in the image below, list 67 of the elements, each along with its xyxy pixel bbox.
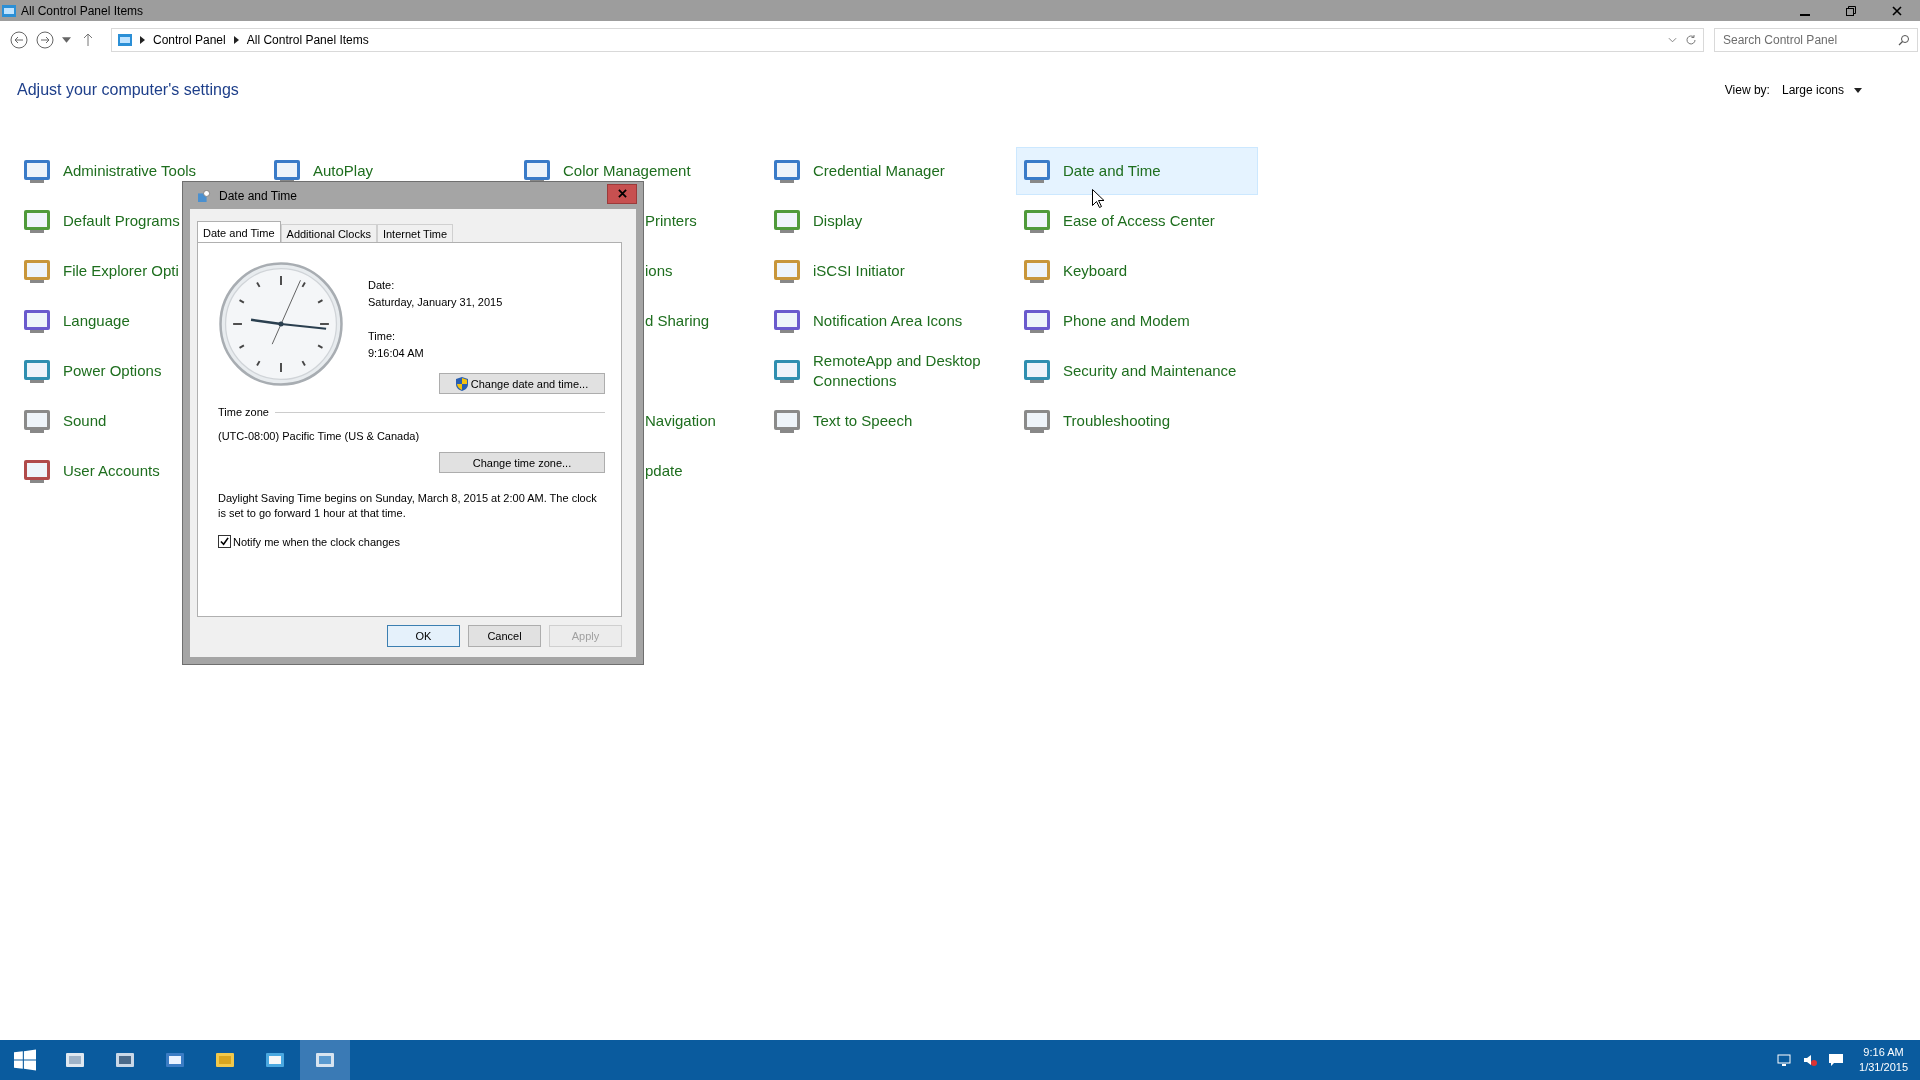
taskbar-clock[interactable]: 9:16 AM 1/31/2015 — [1849, 1045, 1920, 1075]
control-panel-item[interactable]: Date and Time — [1016, 147, 1258, 195]
control-panel-item[interactable]: Sound — [16, 409, 112, 433]
checkbox-label[interactable]: Notify me when the clock changes — [233, 535, 400, 548]
time-label: Time: — [368, 330, 397, 342]
refresh-icon[interactable] — [1685, 34, 1697, 46]
control-panel-item[interactable]: ions — [645, 261, 673, 281]
view-by-dropdown[interactable]: Large icons — [1781, 83, 1844, 97]
control-panel-item[interactable]: pdate — [645, 461, 683, 481]
breadcrumb[interactable]: Control Panel — [153, 33, 226, 47]
breadcrumb[interactable]: All Control Panel Items — [246, 33, 369, 47]
control-panel-item[interactable]: Text to Speech — [766, 409, 918, 433]
control-panel-item[interactable]: File Explorer Opti — [16, 259, 184, 283]
control-panel-item[interactable]: Display — [766, 209, 868, 233]
control-panel-item[interactable]: Printers — [645, 211, 697, 231]
control-panel-item[interactable]: d Sharing — [645, 311, 710, 331]
date-label: Date: — [368, 279, 396, 291]
back-icon[interactable] — [10, 31, 28, 49]
control-panel-item[interactable]: Power Options — [16, 359, 167, 383]
chevron-icon[interactable] — [233, 36, 239, 44]
close-icon — [1892, 5, 1902, 16]
search-field[interactable]: Search Control Panel — [1714, 28, 1918, 52]
control-panel-item[interactable]: Troubleshooting — [1016, 409, 1175, 433]
control-panel-item[interactable]: Administrative Tools — [16, 159, 202, 183]
control-panel-item[interactable]: Ease of Access Center — [1016, 209, 1220, 233]
cursor-icon — [1092, 189, 1104, 208]
tab[interactable]: Date and Time — [197, 221, 281, 243]
control-panel-item[interactable]: Notification Area Icons — [766, 309, 968, 333]
control-panel-item[interactable]: User Accounts — [16, 459, 165, 483]
chevron-icon[interactable] — [140, 36, 145, 44]
dialog-button[interactable]: Cancel — [468, 625, 541, 647]
control-panel-item[interactable]: Security and Maintenance — [1016, 359, 1242, 383]
control-panel-item[interactable]: Color Management — [516, 159, 696, 183]
control-panel-item[interactable]: Keyboard — [1016, 259, 1133, 283]
forward-icon[interactable] — [36, 31, 54, 49]
time-zone-heading: Time zone — [218, 406, 269, 418]
dst-note: Daylight Saving Time begins on Sunday, March 8, 2015 at 2:00 AM. The clock is set to go forward 1 hour at that time. — [218, 491, 598, 521]
control-panel-item[interactable]: Navigation — [645, 411, 716, 431]
view-by-label: View by: — [1724, 83, 1770, 97]
windows-logo-icon — [14, 1049, 36, 1071]
control-panel-item[interactable]: Credential Manager — [766, 159, 950, 183]
shield-icon — [455, 376, 468, 391]
network-icon[interactable] — [1776, 1052, 1793, 1068]
control-panel-item[interactable]: AutoPlay — [266, 159, 379, 183]
close-icon — [617, 189, 627, 198]
page-heading: Adjust your computer's settings — [17, 81, 239, 99]
control-panel-item[interactable]: Default Programs — [16, 209, 185, 233]
checkbox[interactable] — [218, 535, 231, 548]
change-time-zone-button[interactable]: Change time zone... — [439, 452, 605, 473]
caret-icon[interactable] — [1854, 87, 1862, 93]
dialog-title: Date and Time — [219, 188, 298, 203]
dropdown-icon[interactable] — [62, 37, 71, 43]
speaker-icon[interactable] — [1802, 1052, 1819, 1068]
window-title: All Control Panel Items — [21, 3, 144, 18]
control-panel-item[interactable]: Phone and Modem — [1016, 309, 1195, 333]
time-zone-value: (UTC-08:00) Pacific Time (US & Canada) — [218, 430, 421, 442]
close-button[interactable] — [607, 183, 637, 204]
control-panel-item[interactable]: iSCSI Initiator — [766, 259, 910, 283]
dialog-button[interactable]: OK — [387, 625, 460, 647]
date-value: Saturday, January 31, 2015 — [368, 296, 503, 308]
control-panel-item[interactable]: Language — [16, 309, 135, 333]
change-date-button[interactable]: Change date and time... — [439, 373, 605, 394]
notification-icon[interactable] — [1828, 1052, 1845, 1068]
time-value: 9:16:04 AM — [368, 347, 425, 359]
restore-icon — [1846, 5, 1856, 16]
minimize-icon — [1800, 13, 1810, 16]
address-bar[interactable]: Control Panel All Control Panel Items — [111, 28, 1704, 52]
